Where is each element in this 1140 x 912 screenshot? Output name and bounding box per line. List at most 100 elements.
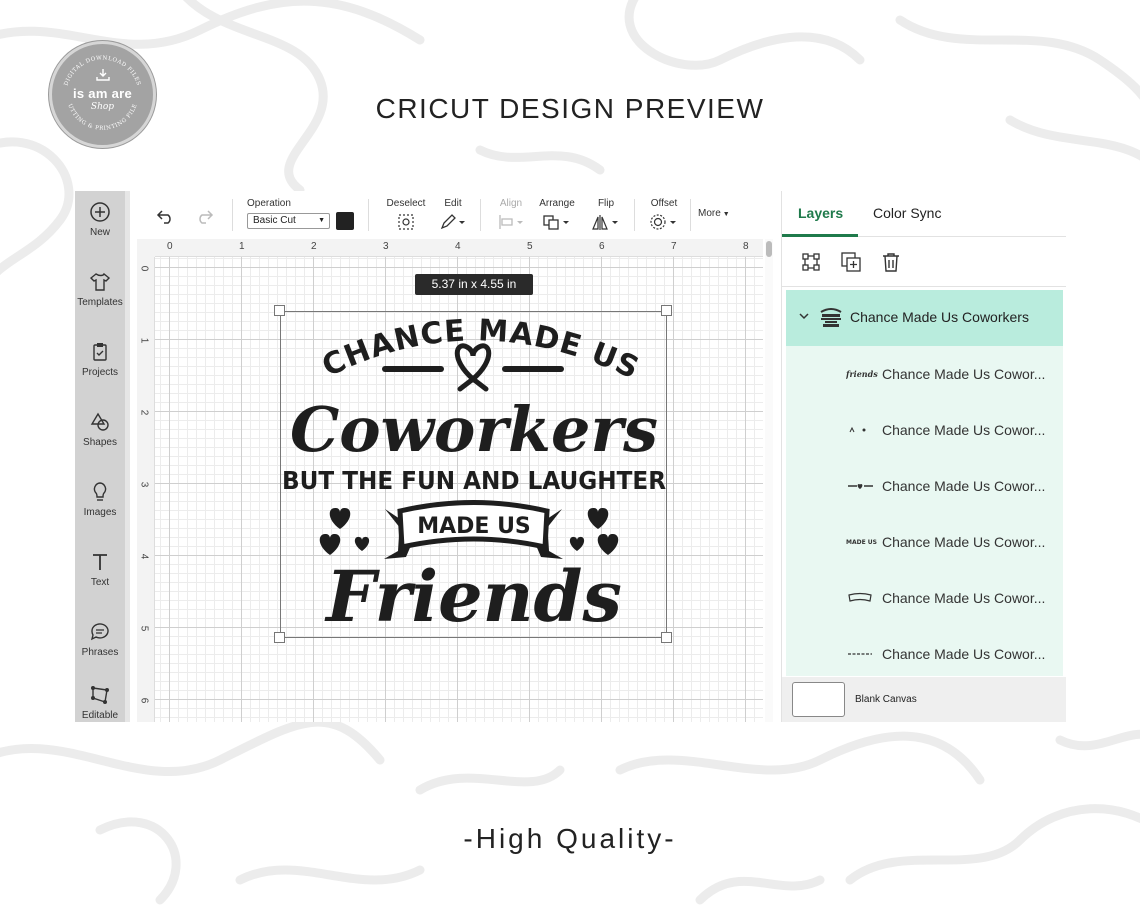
sidebar-scrollbar[interactable]	[125, 191, 130, 722]
tab-layers[interactable]: Layers	[798, 205, 843, 221]
flip-label: Flip	[597, 198, 615, 209]
layer-item[interactable]: Chance Made Us Cowor...	[786, 458, 1063, 514]
operation-value: Basic Cut	[253, 215, 296, 226]
cricut-app-window: New Templates Projects Shapes Images Tex…	[75, 191, 1066, 722]
canvas-scrollbar[interactable]	[765, 239, 773, 722]
offset-button[interactable]: Offset	[646, 197, 682, 234]
ruler-num: 7	[671, 241, 677, 252]
plus-circle-icon	[90, 202, 110, 222]
arrange-button[interactable]: Arrange	[536, 197, 578, 234]
layer-item[interactable]: Chance Made Us Cowor...	[786, 402, 1063, 458]
resize-handle-top-left[interactable]	[274, 305, 285, 316]
sidebar-item-templates[interactable]: Templates	[75, 271, 125, 308]
layers-panel: Layers Color Sync Chance Made Us Coworke…	[781, 191, 1066, 722]
tab-color-sync[interactable]: Color Sync	[873, 205, 941, 221]
ruler-num: 5	[138, 625, 150, 632]
toolbar-divider	[690, 199, 691, 231]
undo-icon[interactable]	[156, 208, 176, 224]
ruler-top: 0 1 2 3 4 5 6 7 8	[155, 239, 763, 257]
layer-name: Chance Made Us Cowor...	[882, 422, 1046, 438]
align-button[interactable]: Align	[494, 197, 528, 234]
duplicate-icon[interactable]	[840, 251, 862, 273]
layer-name: Chance Made Us Cowor...	[882, 366, 1046, 382]
deselect-icon	[398, 214, 414, 230]
sidebar-item-images[interactable]: Images	[75, 481, 125, 518]
group-icon[interactable]	[800, 251, 822, 273]
layer-item[interactable]: MADE US Chance Made Us Cowor...	[786, 514, 1063, 570]
ruler-num: 4	[138, 553, 150, 560]
layer-name: Chance Made Us Cowor...	[882, 590, 1046, 606]
deselect-button[interactable]: Deselect	[384, 197, 428, 234]
top-toolbar: Operation Basic Cut ▼ Deselect Edit Alig…	[130, 191, 781, 239]
layer-item[interactable]: Chance Made Us Cowor...	[786, 570, 1063, 626]
align-label: Align	[499, 198, 523, 209]
toolbar-divider	[634, 199, 635, 231]
deselect-label: Deselect	[386, 198, 426, 209]
sidebar-item-new[interactable]: New	[75, 201, 125, 238]
resize-handle-top-right[interactable]	[661, 305, 672, 316]
footer-tagline: -High Quality-	[463, 823, 677, 854]
sidebar-item-text[interactable]: Text	[75, 551, 125, 588]
blank-canvas-label: Blank Canvas	[855, 694, 917, 705]
download-icon	[96, 69, 110, 81]
chevron-down-icon[interactable]	[798, 310, 810, 322]
ruler-num: 3	[138, 481, 150, 488]
selection-bounding-box[interactable]	[280, 311, 667, 638]
sidebar-item-projects[interactable]: Projects	[75, 341, 125, 378]
blank-canvas-row[interactable]: Blank Canvas	[782, 677, 1066, 722]
dimension-tooltip: 5.37 in x 4.55 in	[415, 274, 533, 295]
ruler-num: 0	[167, 241, 173, 252]
color-swatch[interactable]	[336, 212, 354, 230]
ruler-left: 0 1 2 3 4 5 6	[137, 257, 155, 722]
arrange-icon	[543, 215, 569, 230]
offset-label: Offset	[650, 198, 678, 209]
trash-icon[interactable]	[880, 251, 902, 273]
layer-children: friends Chance Made Us Cowor... Chance M…	[786, 346, 1063, 676]
operation-group: Operation	[247, 197, 291, 210]
layer-item[interactable]: Chance Made Us Cowor...	[786, 626, 1063, 682]
redo-icon[interactable]	[194, 208, 214, 224]
layer-thumbnail	[848, 592, 872, 602]
editable-icon	[91, 686, 109, 704]
ruler-num: 5	[527, 241, 533, 252]
sidebar-label: Text	[90, 577, 110, 588]
resize-handle-bottom-right[interactable]	[661, 632, 672, 643]
layer-thumb-text: friends	[846, 369, 878, 379]
sidebar-label: Projects	[81, 367, 119, 378]
edit-button[interactable]: Edit	[438, 197, 468, 234]
layer-thumbnail: friends	[846, 369, 878, 379]
flip-icon	[592, 215, 618, 230]
layer-group-row[interactable]: Chance Made Us Coworkers	[786, 290, 1063, 346]
shapes-icon	[90, 412, 109, 431]
sidebar-item-editable[interactable]: Editable	[75, 684, 125, 721]
toolbar-divider	[232, 199, 233, 231]
layer-tools	[782, 237, 1066, 287]
ruler-num: 1	[138, 337, 150, 344]
ruler-num: 2	[138, 409, 150, 416]
layer-thumbnail: MADE US	[846, 539, 877, 546]
speech-bubble-icon	[90, 623, 109, 641]
tshirt-icon	[89, 272, 111, 291]
operation-select[interactable]: Basic Cut ▼	[247, 213, 330, 229]
layer-item[interactable]: friends Chance Made Us Cowor...	[786, 346, 1063, 402]
more-button[interactable]: More ▼	[698, 208, 730, 219]
group-thumbnail	[820, 308, 842, 327]
page-title: CRICUT DESIGN PREVIEW	[375, 93, 765, 124]
layer-thumbnail	[848, 653, 872, 655]
sidebar-item-phrases[interactable]: Phrases	[75, 621, 125, 658]
resize-handle-bottom-left[interactable]	[274, 632, 285, 643]
sidebar-label: Templates	[77, 297, 123, 308]
layer-name: Chance Made Us Cowor...	[882, 534, 1046, 550]
scrollbar-thumb[interactable]	[766, 241, 772, 257]
panel-tabs: Layers Color Sync	[782, 191, 1066, 237]
toolbar-divider	[368, 199, 369, 231]
layer-name: Chance Made Us Cowor...	[882, 478, 1046, 494]
ruler-num: 1	[239, 241, 245, 252]
edit-pen-icon	[440, 214, 465, 230]
lightbulb-icon	[93, 482, 107, 501]
ruler-num: 3	[383, 241, 389, 252]
sidebar-item-shapes[interactable]: Shapes	[75, 411, 125, 448]
flip-button[interactable]: Flip	[590, 197, 622, 234]
layer-group-name: Chance Made Us Coworkers	[850, 309, 1029, 325]
sidebar-label: New	[89, 227, 110, 238]
